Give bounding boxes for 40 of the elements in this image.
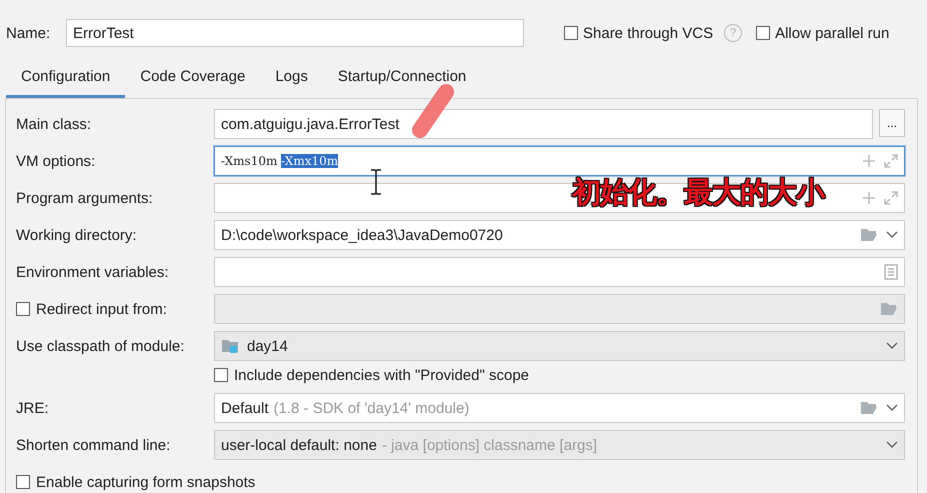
input-field[interactable] <box>214 257 905 287</box>
name-field[interactable]: ErrorTest <box>66 19 524 47</box>
checkbox-label[interactable]: Enable capturing form snapshots <box>36 474 256 490</box>
checkbox[interactable] <box>564 26 578 40</box>
document-icon[interactable] <box>884 264 898 280</box>
field-label: JRE: <box>16 400 49 416</box>
field-label: Use classpath of module: <box>16 338 184 354</box>
checkbox[interactable] <box>16 302 30 316</box>
annotation-text: 初始化。最大的大小 <box>572 176 824 211</box>
input-field[interactable]: D:\code\workspace_idea3\JavaDemo0720 <box>214 220 905 250</box>
input-field[interactable] <box>214 294 905 324</box>
folder-icon <box>221 338 239 354</box>
text-cursor-icon <box>370 169 382 195</box>
field-label: Redirect input from: <box>36 300 167 318</box>
tab[interactable]: Configuration <box>6 62 126 98</box>
name-label: Name: <box>6 24 52 42</box>
field-label: Working directory: <box>16 226 137 244</box>
field-label: Environment variables: <box>16 264 169 280</box>
checkbox[interactable] <box>756 26 770 40</box>
option-label[interactable]: Allow parallel run <box>775 24 890 42</box>
field-label: Shorten command line: <box>16 436 170 454</box>
field-label: VM options: <box>16 152 96 170</box>
dropdown[interactable]: user-local default: none - java [options] classname [args] <box>214 430 905 460</box>
checkbox-label[interactable]: Include dependencies with "Provided" scope <box>234 366 530 384</box>
input-field[interactable]: com.atguigu.java.ErrorTest <box>214 109 873 139</box>
field-label: Main class: <box>16 116 92 132</box>
checkbox[interactable] <box>214 368 228 382</box>
tab[interactable]: Startup/Connection <box>322 62 482 98</box>
option-label[interactable]: Share through VCS <box>583 24 714 42</box>
chevron-down-icon[interactable] <box>886 231 898 239</box>
tab[interactable]: Logs <box>260 62 323 98</box>
browse-button[interactable]: ... <box>879 109 905 137</box>
chevron-down-icon[interactable] <box>886 404 898 412</box>
checkbox[interactable] <box>16 475 30 489</box>
tab[interactable]: Code Coverage <box>125 62 260 98</box>
chevron-down-icon[interactable] <box>886 342 898 350</box>
field-label: Program arguments: <box>16 190 153 206</box>
input-field[interactable]: Default (1.8 - SDK of 'day14' module) <box>214 393 905 423</box>
chevron-down-icon[interactable] <box>886 441 898 449</box>
dropdown[interactable]: day14 <box>214 331 905 361</box>
